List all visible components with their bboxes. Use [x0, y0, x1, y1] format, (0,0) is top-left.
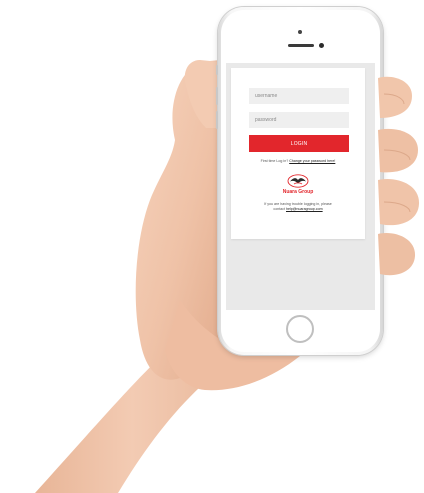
- product-mockup-scene: LOGIN First time Log in? Change your pas…: [0, 0, 424, 493]
- fingers-illustration: [378, 76, 420, 276]
